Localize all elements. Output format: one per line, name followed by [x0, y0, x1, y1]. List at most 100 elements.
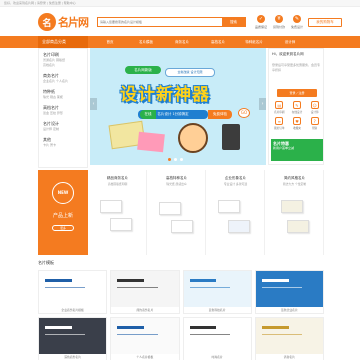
category-sub[interactable]: 珠光 刚古 莱妮	[43, 95, 83, 100]
login-button[interactable]: 登录 / 注册	[277, 89, 317, 97]
product-card[interactable]: 精品商务名片 高档铜版纸印刷	[88, 170, 147, 255]
heart-icon: ♥	[292, 117, 301, 125]
nav-item-business[interactable]: 商务名片	[164, 36, 200, 48]
product-name[interactable]: 高档特种名片	[147, 176, 206, 181]
template-accent	[45, 334, 86, 335]
more-button[interactable]: 更多	[52, 225, 74, 231]
product-desc: 专业设计 多款可选	[223, 182, 248, 186]
category-group[interactable]: 名片设计 设计师 定制	[43, 121, 83, 132]
product-card[interactable]: 企业形象名片 专业设计 多款可选	[206, 170, 265, 255]
product-image[interactable]	[100, 196, 136, 242]
template-card[interactable]: 蓝色企业名片	[254, 270, 324, 314]
banner-pagination	[168, 158, 183, 161]
business-card-image	[100, 200, 122, 213]
design-icon-item[interactable]: ✎ 免费设计	[291, 15, 303, 29]
new-badge: NEW	[52, 182, 74, 204]
template-card[interactable]: 简约商务名片	[110, 270, 180, 314]
top-strip-text: 您好，欢迎来到名片网 | 请登录 | 免费注册 | 帮助中心	[4, 1, 76, 5]
template-accent	[117, 279, 145, 282]
product-image[interactable]	[277, 196, 313, 242]
template-card[interactable]: 企业商务名片模板	[38, 270, 108, 314]
product-card[interactable]: 简约风格名片 简洁大方 个性定制	[265, 170, 324, 255]
template-accent	[117, 326, 145, 329]
category-group[interactable]: 名片印刷 普通名片 铜版纸 高档名片	[43, 52, 83, 68]
search-input[interactable]	[100, 18, 222, 26]
template-caption: 深色商务名片	[39, 354, 107, 360]
nav-items: 首页 名片模板 商务名片 高档名片 特种纸名片 设计师	[92, 36, 308, 48]
logo-mark-icon: 名	[38, 13, 56, 31]
quick-link-designer[interactable]: ☺ 设计师	[307, 101, 322, 114]
product-image[interactable]	[218, 196, 254, 242]
template-caption: 时尚名片	[183, 354, 251, 360]
product-desc: 珠光纸 质感出众	[166, 182, 187, 186]
category-sub[interactable]: 高档名片	[43, 63, 83, 68]
gallery-title: 名片模板	[38, 260, 54, 265]
product-card[interactable]: 高档特种名片 珠光纸 质感出众	[147, 170, 206, 255]
quick-link-label: 名片印刷	[274, 111, 285, 114]
banner-dot[interactable]	[180, 158, 183, 161]
banner-cta-button[interactable]: 免费体验	[208, 110, 232, 119]
quick-link-help[interactable]: ? 帮助	[307, 117, 322, 130]
category-group[interactable]: 其他 卡片 贺卡	[43, 137, 83, 148]
all-categories-button[interactable]: 全部商品分类	[38, 36, 88, 48]
template-card[interactable]: 清新名片	[254, 317, 324, 360]
product-name[interactable]: 精品商务名片	[88, 176, 147, 181]
quick-link-favorites[interactable]: ♥ 收藏夹	[290, 117, 305, 130]
nav-item-special-paper[interactable]: 特种纸名片	[236, 36, 272, 48]
quick-link-orders[interactable]: ≡ 我的订单	[272, 117, 287, 130]
promo-box[interactable]: 名片特惠 新用户首单立减	[271, 139, 323, 161]
template-card[interactable]: 个人名片模板	[110, 317, 180, 360]
quick-link-label: 设计师	[310, 111, 319, 114]
banner-tag: 名片网新版	[125, 66, 161, 74]
category-group[interactable]: 特种纸 珠光 刚古 莱妮	[43, 89, 83, 100]
category-group[interactable]: 商务名片 企业名片 个人名片	[43, 73, 83, 84]
banner-go-badge: GO	[238, 108, 250, 118]
template-accent	[261, 287, 303, 288]
product-image[interactable]	[159, 196, 195, 242]
business-card-image	[110, 218, 132, 231]
category-sub[interactable]: 烫金 压纹 异形	[43, 111, 83, 116]
logo[interactable]: 名 名片网	[38, 13, 89, 31]
promo-text: 新用户首单立减	[273, 146, 295, 150]
quick-link-print[interactable]: ▤ 名片印刷	[272, 101, 287, 114]
category-sub[interactable]: 卡片 贺卡	[43, 143, 83, 148]
template-card[interactable]: 蓝色科技名片	[182, 270, 252, 314]
template-card[interactable]: 时尚名片	[182, 317, 252, 360]
banner-prev-arrow[interactable]: ‹	[90, 98, 97, 110]
cart-button[interactable]: 我的购物车	[308, 18, 342, 27]
template-accent	[189, 334, 230, 335]
quick-link-label: 收藏夹	[293, 127, 301, 130]
nav-item-designer[interactable]: 设计师	[272, 36, 308, 48]
nav-item-templates[interactable]: 名片模板	[128, 36, 164, 48]
product-name[interactable]: 简约风格名片	[265, 176, 324, 181]
quality-icon-item[interactable]: ✓ 品质保证	[255, 15, 267, 29]
quick-link-design[interactable]: ✎ 在线设计	[290, 101, 305, 114]
banner-pill-green: 在线	[140, 110, 156, 119]
template-accent	[117, 334, 158, 335]
category-sub[interactable]: 企业名片 个人名片	[43, 79, 83, 84]
banner-dot[interactable]	[168, 158, 171, 161]
hero-banner[interactable]: 名片网新版 全新改版 设计无限 设计新神器 名片设计 1分钟搞定 在线 免费体验…	[90, 48, 266, 165]
payment-icon-item[interactable]: ¥ 货到付款	[273, 15, 285, 29]
design-label: 免费设计	[291, 25, 304, 29]
quality-label: 品质保证	[255, 25, 268, 29]
help-icon: ?	[310, 117, 319, 125]
nav-item-premium[interactable]: 高档名片	[200, 36, 236, 48]
product-desc: 简洁大方 个性定制	[282, 182, 307, 186]
template-accent	[261, 326, 289, 329]
nav-item-home[interactable]: 首页	[92, 36, 128, 48]
search-button[interactable]: 搜索	[222, 18, 245, 26]
banner-title: 设计新神器	[120, 85, 210, 105]
template-accent	[189, 287, 230, 288]
new-products-header: NEW 产品上新 更多	[38, 170, 88, 255]
category-sub[interactable]: 设计师 定制	[43, 127, 83, 132]
pencil-icon: ✎	[292, 101, 301, 109]
banner-boy-illustration	[178, 123, 208, 153]
template-card[interactable]: 深色商务名片	[38, 317, 108, 360]
search-bar: 搜索	[97, 17, 246, 27]
product-name[interactable]: 企业形象名片	[206, 176, 265, 181]
business-card-image	[159, 202, 181, 215]
category-group[interactable]: 高档名片 烫金 压纹 异形	[43, 105, 83, 116]
banner-dot[interactable]	[174, 158, 177, 161]
banner-next-arrow[interactable]: ›	[259, 98, 266, 110]
